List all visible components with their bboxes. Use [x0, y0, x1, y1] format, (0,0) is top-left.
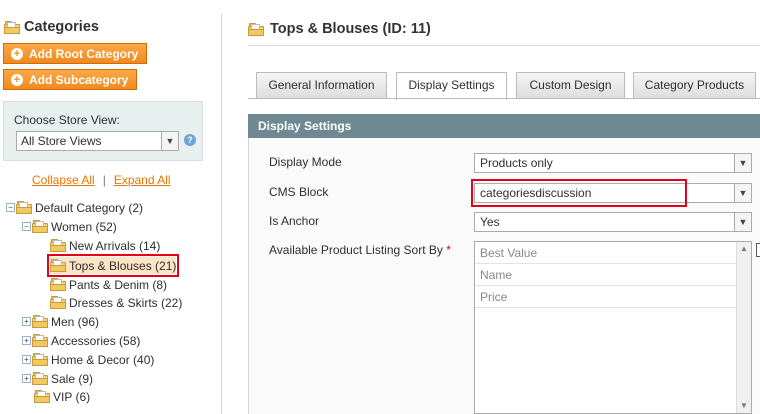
- sidebar-title: Categories: [4, 19, 99, 35]
- store-view-switcher: Choose Store View: All Store Views ▼ ?: [3, 101, 203, 161]
- tree-node-default-category[interactable]: − Default Category (2): [6, 199, 143, 216]
- folder-icon: [32, 220, 48, 233]
- tab-category-products[interactable]: Category Products: [633, 72, 756, 99]
- chevron-down-icon: ▼: [734, 154, 751, 172]
- add-root-category-label: Add Root Category: [29, 46, 139, 61]
- display-mode-label: Display Mode: [269, 155, 342, 169]
- tabs-baseline: [248, 98, 760, 99]
- expand-all-link[interactable]: Expand All: [114, 173, 171, 187]
- add-subcategory-label: Add Subcategory: [29, 72, 129, 87]
- tree-controls: Collapse All | Expand All: [32, 173, 171, 187]
- header-divider: [248, 45, 760, 46]
- tab-display-settings[interactable]: Display Settings: [396, 72, 507, 100]
- page-title: Tops & Blouses (ID: 11): [270, 21, 431, 37]
- is-anchor-select[interactable]: Yes ▼: [474, 212, 752, 232]
- tree-node-label: Home & Decor (40): [51, 352, 155, 367]
- tree-node-label: New Arrivals (14): [69, 238, 161, 253]
- sort-by-label: Available Product Listing Sort By *: [269, 243, 451, 257]
- tree-node-home-decor[interactable]: + Home & Decor (40): [22, 351, 154, 368]
- plus-icon: +: [11, 73, 23, 86]
- folder-icon: [32, 315, 48, 328]
- column-divider: [221, 14, 222, 414]
- tree-node-accessories[interactable]: + Accessories (58): [22, 332, 140, 349]
- add-root-category-button[interactable]: + Add Root Category: [3, 43, 148, 64]
- tree-node-vip[interactable]: VIP (6): [34, 388, 90, 405]
- expand-icon[interactable]: +: [22, 336, 31, 345]
- tree-node-label: Accessories (58): [51, 333, 141, 348]
- folder-icon: [32, 353, 48, 366]
- sort-option-name[interactable]: Name: [475, 264, 737, 286]
- folder-icon: [32, 372, 48, 385]
- link-separator: |: [102, 173, 106, 187]
- expand-icon[interactable]: +: [22, 374, 31, 383]
- help-icon[interactable]: ?: [184, 134, 196, 146]
- is-anchor-value: Yes: [480, 215, 500, 229]
- tab-general-information[interactable]: General Information: [256, 72, 387, 99]
- sort-option-best-value[interactable]: Best Value: [475, 242, 737, 264]
- chevron-down-icon: ▼: [734, 184, 751, 202]
- folder-icon: [50, 239, 66, 252]
- tree-node-new-arrivals[interactable]: New Arrivals (14): [50, 237, 160, 254]
- folder-icon: [50, 259, 66, 272]
- category-sidebar: Categories + Add Root Category + Add Sub…: [0, 0, 210, 414]
- tree-node-pants-denim[interactable]: Pants & Denim (8): [50, 276, 167, 293]
- store-view-select[interactable]: All Store Views ▼: [16, 131, 179, 151]
- sort-by-label-text: Available Product Listing Sort By: [269, 243, 443, 257]
- scroll-down-icon[interactable]: ▼: [737, 399, 751, 413]
- tree-node-label: Men (96): [51, 314, 100, 329]
- sidebar-title-text: Categories: [24, 19, 99, 35]
- expand-icon[interactable]: +: [22, 355, 31, 364]
- tree-node-men[interactable]: + Men (96): [22, 313, 99, 330]
- folder-icon: [32, 334, 48, 347]
- sort-by-multiselect[interactable]: Best Value Name Price ▲ ▼: [474, 241, 752, 414]
- panel-header: Display Settings: [248, 114, 760, 138]
- use-config-checkbox[interactable]: [756, 243, 760, 257]
- folder-icon: [50, 278, 66, 291]
- tree-node-dresses-skirts[interactable]: Dresses & Skirts (22): [50, 294, 182, 311]
- tree-node-sale[interactable]: + Sale (9): [22, 370, 93, 387]
- add-subcategory-button[interactable]: + Add Subcategory: [3, 69, 138, 90]
- cms-block-highlight: [471, 179, 687, 207]
- tree-node-label: VIP (6): [53, 389, 91, 404]
- tree-node-label: Default Category (2): [35, 200, 144, 215]
- tree-node-tops-blouses[interactable]: Tops & Blouses (21): [46, 254, 180, 277]
- is-anchor-label: Is Anchor: [269, 214, 320, 228]
- folder-icon: [34, 390, 50, 403]
- display-mode-select[interactable]: Products only ▼: [474, 153, 752, 173]
- tree-node-label: Sale (9): [51, 371, 94, 386]
- expand-icon[interactable]: +: [22, 317, 31, 326]
- tree-node-label: Women (52): [51, 219, 117, 234]
- folder-icon: [50, 296, 66, 309]
- folder-icon: [16, 201, 32, 214]
- chevron-down-icon: ▼: [734, 213, 751, 231]
- store-view-label: Choose Store View:: [14, 113, 120, 127]
- required-marker: *: [446, 243, 451, 257]
- tree-node-label: Tops & Blouses (21): [69, 258, 177, 273]
- collapse-icon[interactable]: −: [6, 203, 15, 212]
- plus-icon: +: [11, 47, 23, 60]
- multiselect-scrollbar[interactable]: ▲ ▼: [736, 242, 751, 413]
- cms-block-label: CMS Block: [269, 185, 329, 199]
- collapse-all-link[interactable]: Collapse All: [32, 173, 95, 187]
- tree-node-women[interactable]: − Women (52): [22, 218, 117, 235]
- sort-option-price[interactable]: Price: [475, 286, 737, 308]
- chevron-down-icon: ▼: [161, 132, 178, 150]
- folder-icon: [4, 20, 20, 34]
- scroll-up-icon[interactable]: ▲: [737, 242, 751, 256]
- tree-node-label: Pants & Denim (8): [69, 277, 168, 292]
- page-header: Tops & Blouses (ID: 11): [248, 21, 431, 37]
- collapse-icon[interactable]: −: [22, 222, 31, 231]
- store-view-value: All Store Views: [21, 134, 102, 148]
- tree-node-label: Dresses & Skirts (22): [69, 295, 183, 310]
- display-mode-value: Products only: [480, 156, 553, 170]
- folder-icon: [248, 22, 264, 36]
- tab-custom-design[interactable]: Custom Design: [516, 72, 625, 99]
